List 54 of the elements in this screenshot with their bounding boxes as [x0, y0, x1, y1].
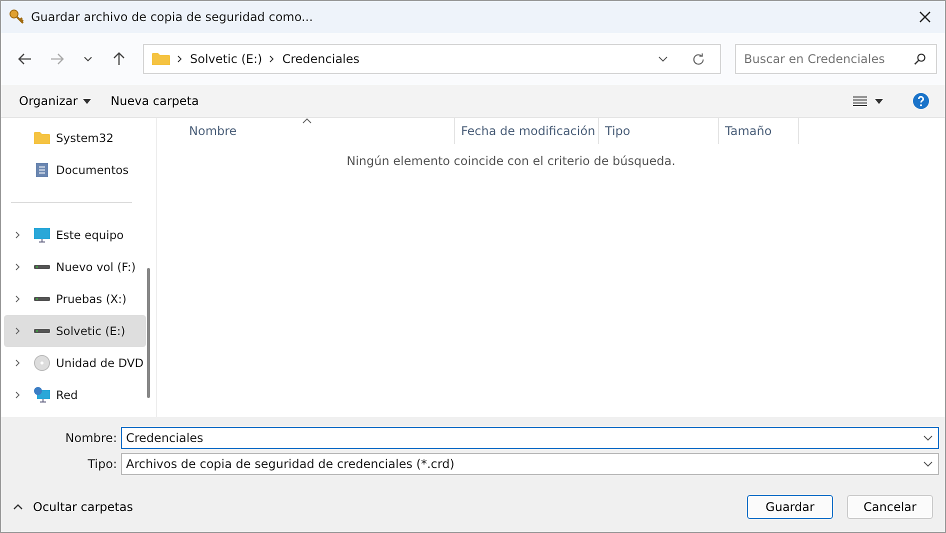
- sidebar-item[interactable]: Pruebas (X:): [4, 283, 146, 315]
- sidebar-item[interactable]: System32: [4, 122, 146, 154]
- sidebar-item[interactable]: Unidad de DVD: [4, 347, 146, 379]
- column-header[interactable]: Nombre: [183, 118, 455, 144]
- field-label: Tipo:: [86, 457, 118, 471]
- scrollbar[interactable]: [147, 268, 150, 398]
- key-icon: [9, 9, 25, 25]
- view-list-icon[interactable]: [853, 96, 867, 106]
- organize-menu-button[interactable]: Organizar: [9, 90, 101, 112]
- file-name-field[interactable]: Credenciales: [121, 427, 939, 449]
- sidebar-item[interactable]: Este equipo: [4, 219, 146, 251]
- cancel-button[interactable]: Cancelar: [847, 495, 933, 519]
- chevron-right-icon[interactable]: [14, 231, 22, 239]
- chevron-right-icon[interactable]: [14, 263, 22, 271]
- chevron-right-icon[interactable]: [14, 327, 22, 335]
- chevron-right-icon: [176, 55, 184, 63]
- sidebar-item[interactable]: Solvetic (E:): [4, 315, 146, 347]
- up-arrow-icon[interactable]: [111, 51, 127, 67]
- sort-caret-icon: [302, 118, 312, 124]
- field-label: Nombre:: [64, 431, 118, 445]
- chevron-right-icon: [268, 55, 276, 63]
- document-icon: [34, 162, 50, 178]
- folder-icon: [152, 52, 170, 66]
- sidebar-item[interactable]: Red: [4, 379, 146, 411]
- chevron-up-icon: [13, 504, 23, 510]
- hide-folders-button[interactable]: Ocultar carpetas: [7, 499, 139, 515]
- chevron-right-icon[interactable]: [14, 359, 22, 367]
- chevron-right-icon[interactable]: [14, 391, 22, 399]
- column-header[interactable]: Tamaño: [719, 118, 799, 144]
- close-icon[interactable]: [919, 11, 931, 23]
- monitor-icon: [34, 227, 50, 243]
- search-field[interactable]: Buscar en Credenciales: [735, 44, 937, 74]
- breadcrumb[interactable]: Credenciales: [282, 52, 360, 66]
- help-icon[interactable]: [913, 93, 929, 109]
- caret-icon[interactable]: [875, 98, 883, 104]
- column-header[interactable]: Tipo: [599, 118, 719, 144]
- chevron-right-icon[interactable]: [14, 295, 22, 303]
- refresh-icon[interactable]: [691, 52, 706, 66]
- address-bar[interactable]: Solvetic (E:) Credenciales: [143, 44, 721, 74]
- disc-icon: [34, 355, 50, 371]
- empty-message: Ningún elemento coincide con el criterio de búsqueda.: [346, 154, 676, 168]
- network-icon: [34, 387, 50, 403]
- breadcrumb[interactable]: Solvetic (E:): [190, 52, 262, 66]
- file-type-dropdown[interactable]: Archivos de copia de seguridad de credenciales (*.crd): [121, 453, 939, 475]
- save-button[interactable]: Guardar: [747, 495, 833, 519]
- new-folder-button[interactable]: Nueva carpeta: [100, 90, 209, 112]
- back-arrow-icon[interactable]: [17, 51, 33, 67]
- search-icon: [913, 52, 927, 66]
- window-title: Guardar archivo de copia de seguridad como...: [31, 10, 313, 24]
- column-header[interactable]: Fecha de modificación: [455, 118, 599, 144]
- sidebar-item[interactable]: Documentos: [4, 154, 146, 186]
- sidebar-item[interactable]: Nuevo vol (F:): [4, 251, 146, 283]
- folder-icon: [34, 130, 50, 146]
- caret-icon: [82, 98, 91, 104]
